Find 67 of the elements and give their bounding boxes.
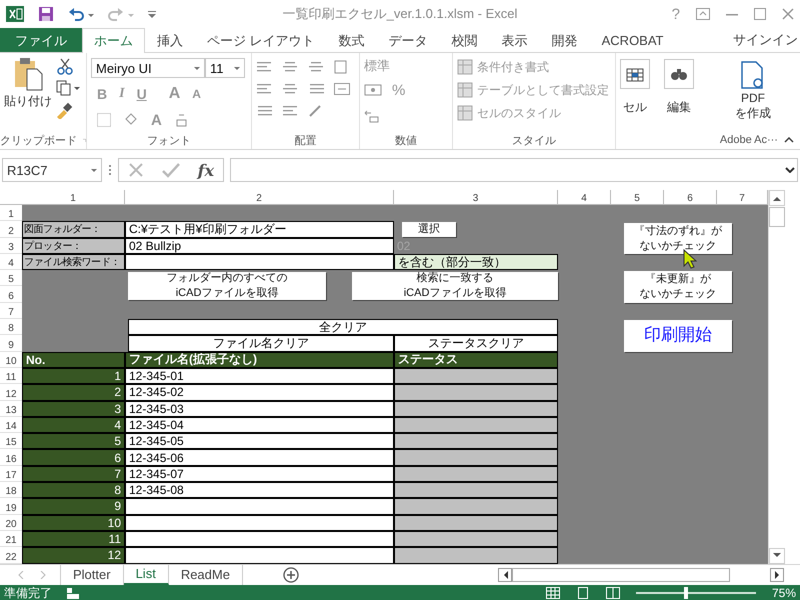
table-cell: 12-345-07 xyxy=(125,466,394,482)
row-number: 12 xyxy=(22,547,125,564)
table-cell: 12-345-03 xyxy=(125,400,394,417)
field-label: 図面フォルダー： xyxy=(22,221,125,238)
clear-all-button[interactable]: 全クリア xyxy=(128,319,558,336)
row-number: 4 xyxy=(22,416,125,434)
column-heading: No. xyxy=(22,352,125,368)
font-size-field[interactable]: 11 xyxy=(205,58,245,78)
table-cell: 12-345-04 xyxy=(125,416,394,434)
get-all-files-button[interactable]: フォルダー内のすべての iCADファイルを取得 xyxy=(128,272,326,300)
ribbon-tab[interactable]: 挿入 xyxy=(145,28,195,52)
row-number: 5 xyxy=(22,433,125,450)
group-label: スタイル xyxy=(512,134,556,148)
check-unupdated-button[interactable]: 『未更新』が ないかチェック xyxy=(624,271,732,303)
ribbon-tab[interactable]: 数式 xyxy=(326,28,377,52)
table-cell: 12-345-08 xyxy=(125,482,394,498)
table-cell: 12-345-06 xyxy=(125,449,394,466)
clear-names-button[interactable]: ファイル名クリア xyxy=(128,335,394,352)
create-pdf-button[interactable]: PDF を作成 xyxy=(734,61,771,131)
row-number: 10 xyxy=(22,514,125,531)
ribbon-tab[interactable]: 校閲 xyxy=(440,28,490,52)
group-label: 数値 xyxy=(394,134,417,148)
ribbon-tab[interactable]: データ xyxy=(376,28,440,52)
row-number: 8 xyxy=(22,482,125,498)
paste-button[interactable]: 貼り付け xyxy=(4,57,52,131)
group-label: Adobe Ac··· xyxy=(720,134,778,146)
ribbon-tab[interactable]: 開発 xyxy=(540,28,590,52)
group-label: クリップボード xyxy=(0,134,77,148)
ribbon-tab[interactable]: ホーム xyxy=(82,28,145,53)
row-number: 11 xyxy=(22,530,125,548)
table-cell: 12-345-05 xyxy=(125,433,394,450)
status-text: 準備完了 xyxy=(4,584,52,600)
field-label: ファイル検索ワード： xyxy=(22,254,125,270)
select-button[interactable]: 選択 xyxy=(402,222,456,237)
get-matching-files-button[interactable]: 検索に一致する iCADファイルを取得 xyxy=(352,272,558,300)
file-tab[interactable]: ファイル xyxy=(0,28,82,52)
zoom-level[interactable]: 75% xyxy=(772,586,796,600)
sign-in-link[interactable]: サインイン xyxy=(733,28,800,52)
group-label: 配置 xyxy=(294,134,316,148)
editing-button[interactable]: 編集 xyxy=(664,59,694,149)
ribbon-tab[interactable]: 表示 xyxy=(490,28,540,52)
field-suffix: を含む（部分一致） xyxy=(394,254,558,270)
clear-status-button[interactable]: ステータスクリア xyxy=(394,335,558,352)
column-heading: ファイル名(拡張子なし) xyxy=(125,352,394,368)
row-number: 6 xyxy=(22,449,125,466)
column-heading: ステータス xyxy=(394,352,558,368)
table-cell: 12-345-01 xyxy=(125,368,394,384)
cells-button[interactable]: セル xyxy=(620,59,650,149)
row-number: 1 xyxy=(22,368,125,384)
ribbon-tab[interactable]: ページ レイアウト xyxy=(195,28,327,52)
row-number: 9 xyxy=(22,498,125,515)
row-number: 2 xyxy=(22,384,125,401)
row-number: 7 xyxy=(22,466,125,482)
input-field[interactable]: 02 Bullzip xyxy=(125,238,394,254)
name-box[interactable]: R13C7 xyxy=(2,158,102,182)
insert-function-button[interactable]: fx xyxy=(198,160,214,180)
ribbon-tab[interactable]: ACROBAT xyxy=(590,28,676,52)
row-number: 3 xyxy=(22,400,125,417)
sheet-tab[interactable]: List xyxy=(124,564,169,585)
font-name-field[interactable]: Meiryo UI xyxy=(91,58,205,78)
field-label: プロッター： xyxy=(22,238,125,254)
group-label: フォント xyxy=(146,134,191,148)
window-title: 一覧印刷エクセル_ver.1.0.1.xlsm - Excel xyxy=(282,5,518,23)
print-start-button[interactable]: 印刷開始 xyxy=(624,320,732,352)
input-field[interactable]: C:¥テスト用¥印刷フォルダー xyxy=(125,221,394,238)
check-dimension-button[interactable]: 『寸法のずれ』が ないかチェック xyxy=(624,223,732,254)
table-cell: 12-345-02 xyxy=(125,384,394,401)
